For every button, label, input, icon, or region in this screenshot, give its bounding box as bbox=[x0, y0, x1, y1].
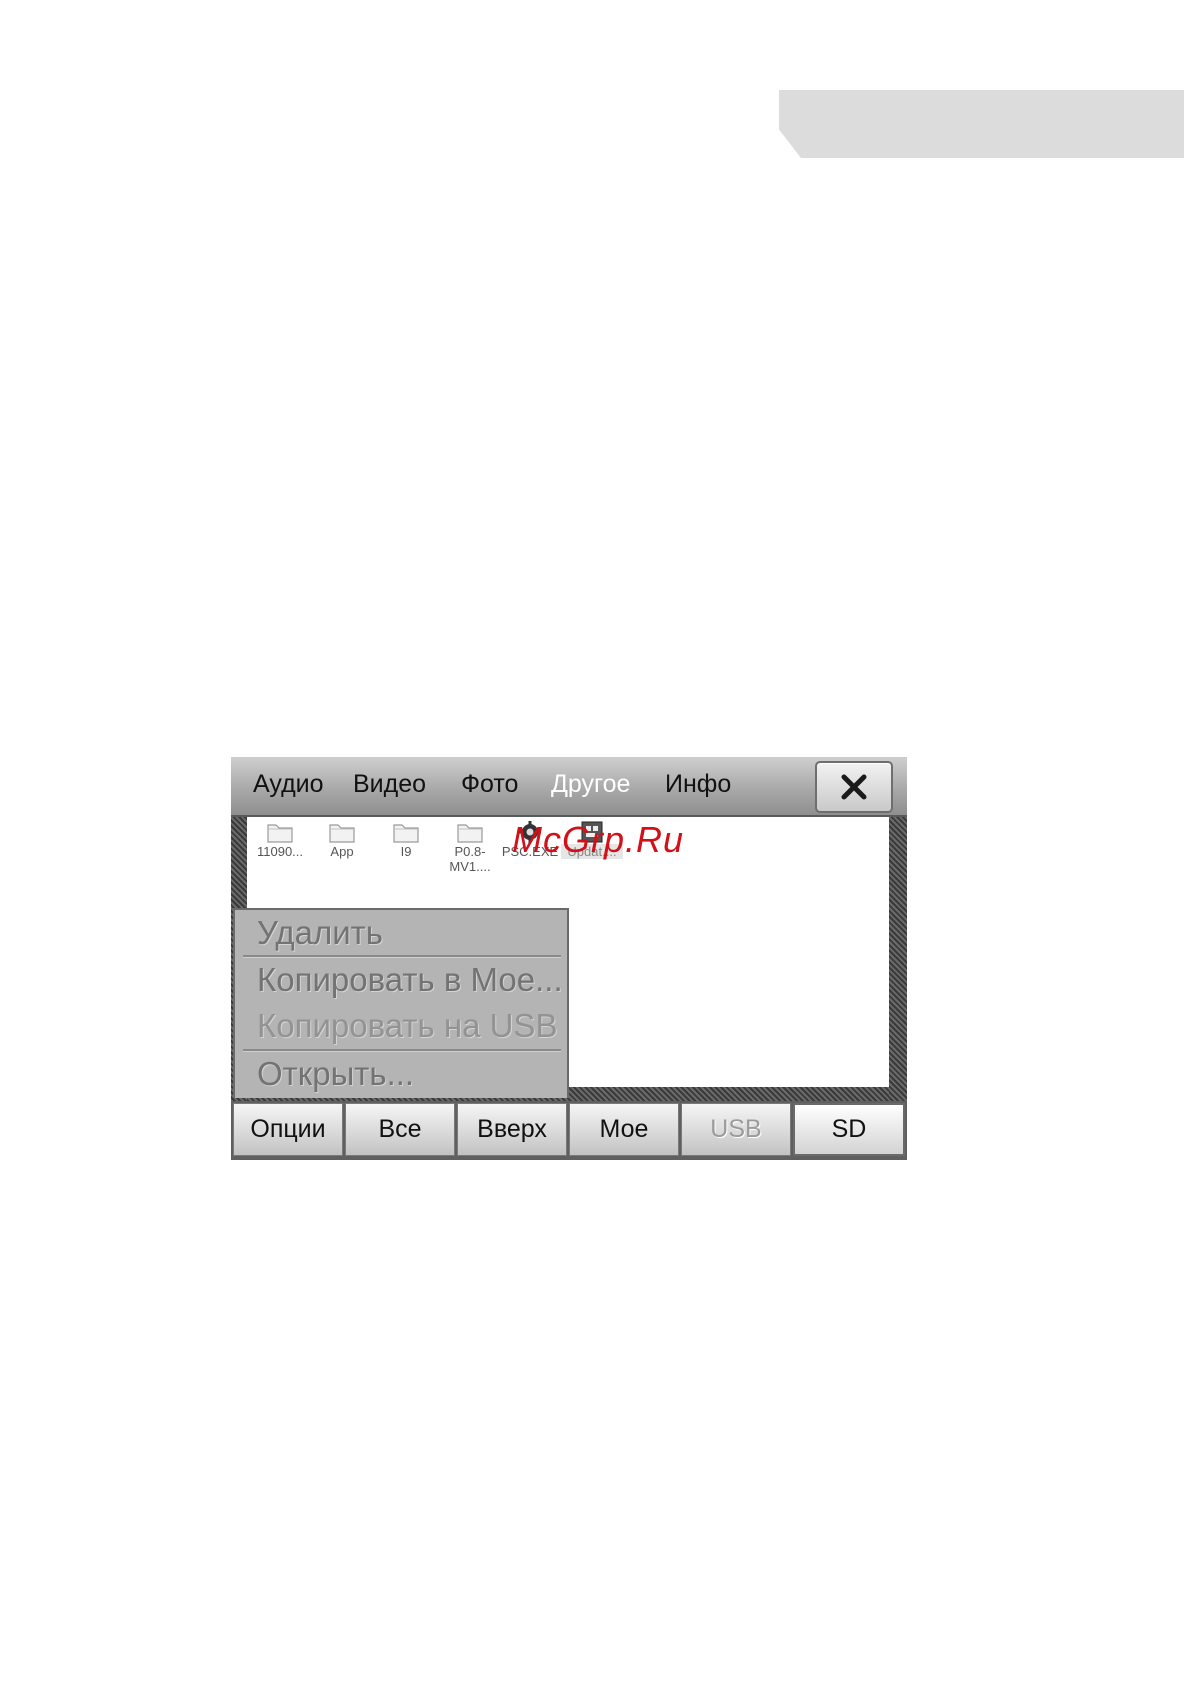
folder-icon bbox=[329, 824, 355, 843]
file-name: 11090... bbox=[256, 844, 304, 859]
watermark-text: McGrp.Ru bbox=[512, 819, 685, 860]
top-tab-bar: Аудио Видео Фото Другое Инфо bbox=[231, 757, 907, 817]
menu-item-open[interactable]: Открыть... bbox=[235, 1051, 567, 1097]
bottom-button-bar: Опции Все Вверх Мое USB SD bbox=[231, 1101, 907, 1160]
tab-photo[interactable]: Фото bbox=[461, 770, 518, 799]
sd-button[interactable]: SD bbox=[793, 1103, 905, 1156]
my-button[interactable]: Мое bbox=[569, 1103, 679, 1156]
close-icon bbox=[841, 774, 867, 800]
options-button[interactable]: Опции bbox=[233, 1103, 343, 1156]
folder-icon bbox=[267, 824, 293, 843]
page-corner-tab bbox=[779, 90, 1184, 158]
up-button[interactable]: Вверх bbox=[457, 1103, 567, 1156]
menu-item-delete[interactable]: Удалить bbox=[235, 910, 567, 956]
file-name-line2: MV1.... bbox=[449, 859, 491, 874]
all-button[interactable]: Все bbox=[345, 1103, 455, 1156]
file-item[interactable]: App bbox=[311, 820, 373, 859]
device-screen: Аудио Видео Фото Другое Инфо 11090... Ap… bbox=[231, 757, 907, 1160]
close-button[interactable] bbox=[815, 761, 893, 813]
tab-other[interactable]: Другое bbox=[551, 770, 630, 799]
tab-audio[interactable]: Аудио bbox=[253, 770, 324, 799]
file-item[interactable]: I9 bbox=[375, 820, 437, 859]
file-name: App bbox=[330, 844, 354, 859]
file-name: P0.8- bbox=[454, 844, 486, 859]
menu-item-copy-to-usb: Копировать на USB bbox=[257, 1007, 558, 1044]
folder-icon bbox=[393, 824, 419, 843]
context-menu: Удалить Копировать в Мое... Копировать н… bbox=[233, 908, 569, 1098]
usb-button: USB bbox=[681, 1103, 791, 1156]
folder-icon bbox=[457, 824, 483, 843]
menu-item-copy-to-my[interactable]: Копировать в Мое... bbox=[235, 957, 567, 1003]
file-item[interactable]: P0.8- MV1.... bbox=[439, 820, 501, 874]
file-item[interactable]: 11090... bbox=[249, 820, 311, 859]
tab-info[interactable]: Инфо bbox=[665, 770, 731, 799]
file-name: I9 bbox=[400, 844, 412, 859]
tab-video[interactable]: Видео bbox=[353, 770, 426, 799]
